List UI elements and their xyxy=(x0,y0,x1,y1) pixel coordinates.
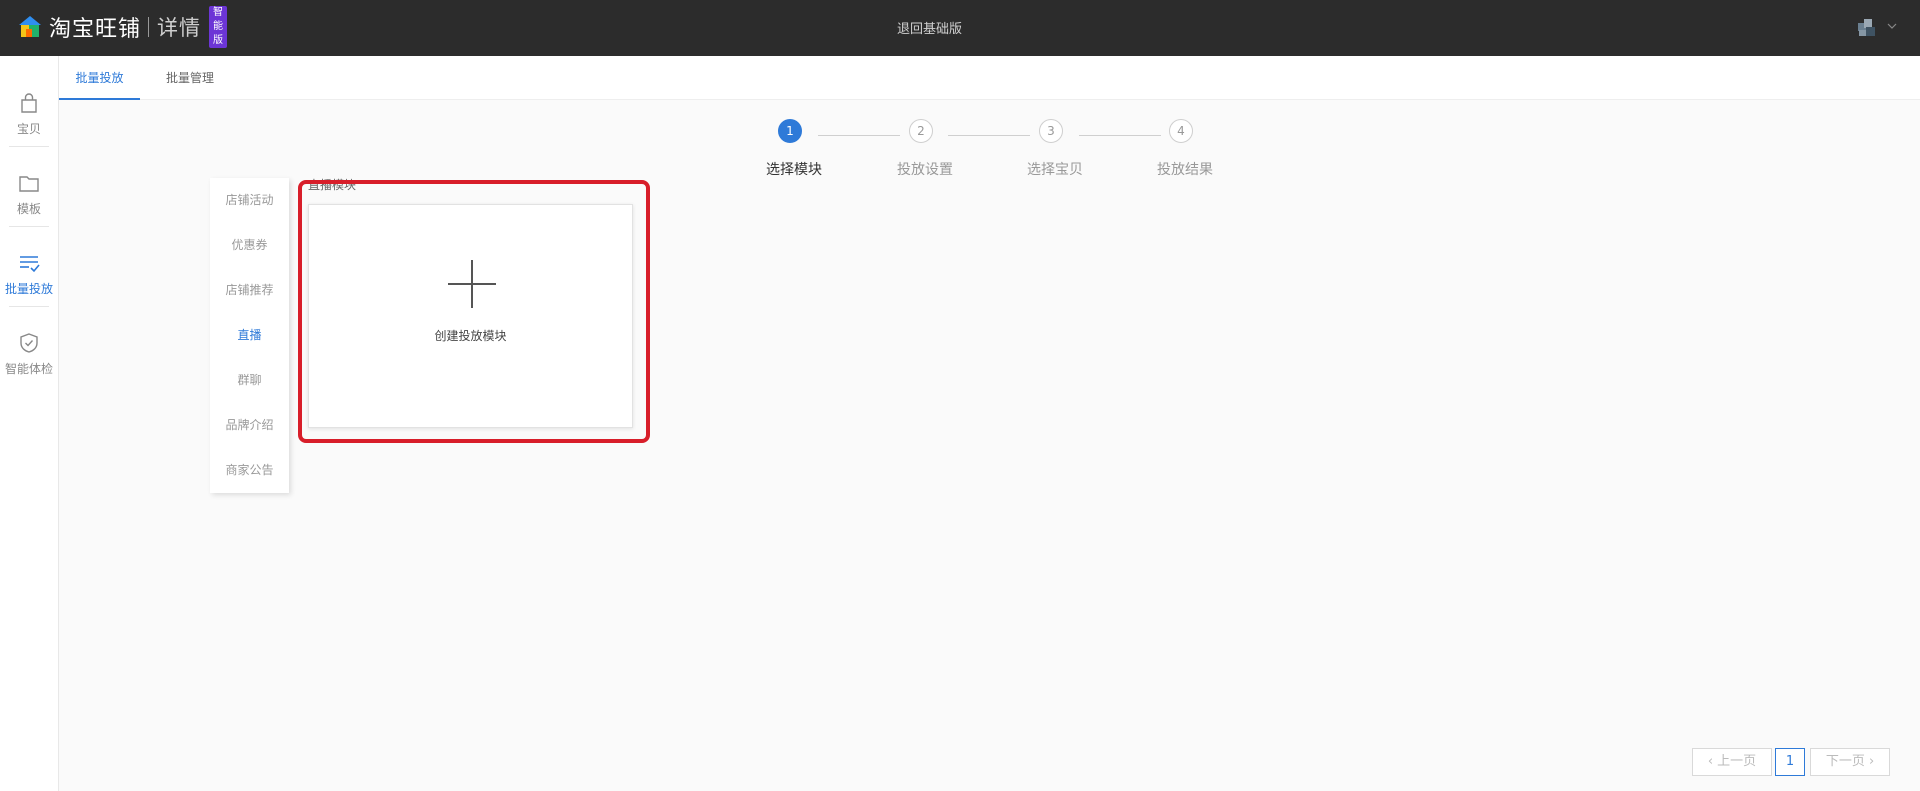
logo[interactable]: 淘宝旺铺 详情 智能版 xyxy=(18,6,227,48)
nav-divider xyxy=(9,146,49,147)
nav-label: 批量投放 xyxy=(4,282,53,296)
chevron-right-icon: › xyxy=(1864,754,1875,769)
step-2-label: 投放设置 xyxy=(897,162,953,178)
nav-item-batch-deploy[interactable]: 批量投放 xyxy=(0,232,58,310)
nav-item-baobei[interactable]: 宝贝 xyxy=(0,72,58,150)
brand-divider xyxy=(148,17,150,37)
step-1-label: 选择模块 xyxy=(766,162,822,178)
step-1-number: 1 xyxy=(778,119,802,143)
step-connector xyxy=(818,135,900,136)
next-page-label: 下一页 xyxy=(1825,754,1865,769)
category-shop-activity[interactable]: 店铺活动 xyxy=(210,178,289,223)
avatar[interactable] xyxy=(1856,17,1878,39)
module-section-title: 直播模块 xyxy=(308,178,357,192)
bag-icon xyxy=(21,93,37,113)
list-check-icon xyxy=(20,256,40,273)
prev-page-button[interactable]: ‹ 上一页 xyxy=(1692,748,1772,776)
shop-logo-icon xyxy=(19,16,41,37)
chevron-left-icon: ‹ xyxy=(1707,754,1718,769)
nav-divider xyxy=(9,306,49,307)
nav-label: 智能体检 xyxy=(4,362,53,376)
step-4-number: 4 xyxy=(1169,119,1193,143)
brand-subtitle: 详情 xyxy=(157,16,202,40)
category-live[interactable]: 直播 xyxy=(210,313,289,358)
create-module-label: 创建投放模块 xyxy=(434,329,507,343)
top-bar: 淘宝旺铺 详情 智能版 退回基础版 xyxy=(0,0,1920,56)
nav-item-template[interactable]: 模板 xyxy=(0,152,58,230)
back-to-basic-link[interactable]: 退回基础版 xyxy=(897,18,962,37)
step-connector xyxy=(1079,135,1161,136)
brand-name: 淘宝旺铺 xyxy=(49,17,142,42)
nav-divider xyxy=(9,226,49,227)
step-3-label: 选择宝贝 xyxy=(1027,162,1083,178)
step-2-number: 2 xyxy=(909,119,933,143)
nav-label: 宝贝 xyxy=(16,122,41,136)
category-shop-recommend[interactable]: 店铺推荐 xyxy=(210,268,289,313)
left-sidebar: 宝贝 模板 批量投放 智能体检 xyxy=(0,56,59,791)
category-coupon[interactable]: 优惠券 xyxy=(210,223,289,268)
nav-item-smart-check[interactable]: 智能体检 xyxy=(0,312,58,390)
page-number-button[interactable]: 1 xyxy=(1775,748,1805,776)
tab-bar: 批量投放 批量管理 xyxy=(59,56,1920,100)
step-4-label: 投放结果 xyxy=(1157,162,1213,178)
nav-label: 模板 xyxy=(16,202,41,216)
chevron-down-icon[interactable] xyxy=(1886,20,1898,32)
category-group-chat[interactable]: 群聊 xyxy=(210,358,289,403)
edition-badge: 智能版 xyxy=(209,6,227,48)
tab-batch-deploy[interactable]: 批量投放 xyxy=(59,56,140,100)
category-brand-intro[interactable]: 品牌介绍 xyxy=(210,403,289,448)
plus-icon xyxy=(448,260,496,308)
step-3-number: 3 xyxy=(1039,119,1063,143)
category-shop-notice[interactable]: 商家公告 xyxy=(210,448,289,493)
prev-page-label: 上一页 xyxy=(1717,754,1757,769)
tab-batch-manage[interactable]: 批量管理 xyxy=(150,56,230,100)
step-connector xyxy=(948,135,1030,136)
create-module-card[interactable]: 创建投放模块 xyxy=(308,204,633,428)
folder-icon xyxy=(19,176,39,192)
shield-check-icon xyxy=(20,333,38,353)
module-category-menu: 店铺活动 优惠券 店铺推荐 直播 群聊 品牌介绍 商家公告 xyxy=(210,178,289,493)
next-page-button[interactable]: 下一页 › xyxy=(1810,748,1890,776)
